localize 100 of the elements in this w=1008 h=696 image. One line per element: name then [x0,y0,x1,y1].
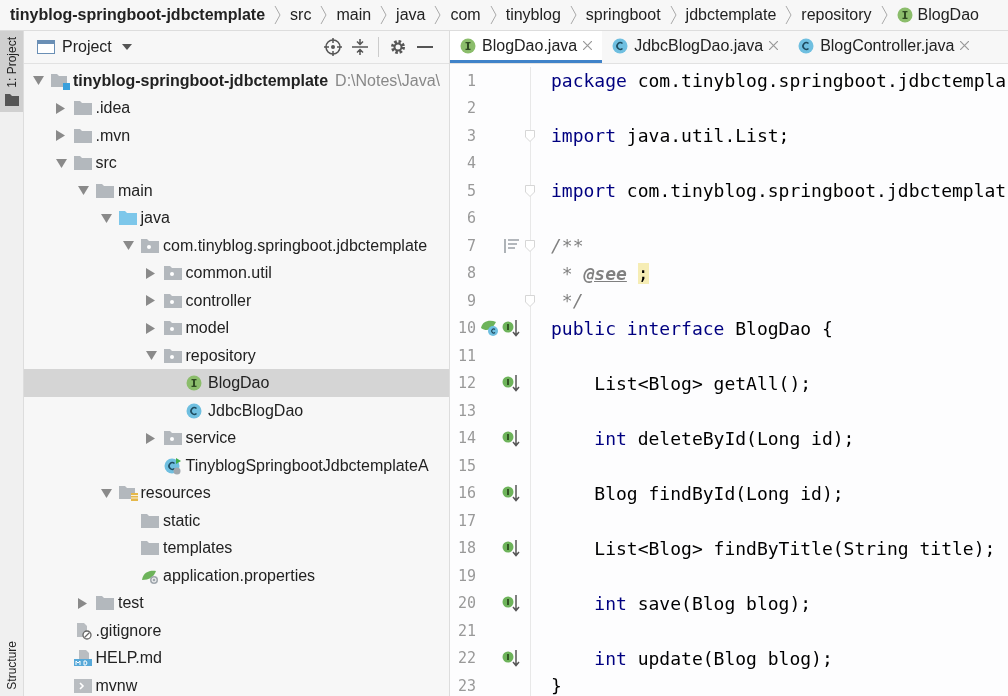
chevron-icon [880,5,888,25]
expanded-arrow-icon[interactable] [55,158,67,168]
locate-icon[interactable] [324,37,342,56]
tree-item[interactable]: TinyblogSpringbootJdbctemplateA [24,451,449,480]
expanded-arrow-icon[interactable] [33,76,44,86]
tree-item[interactable]: mvnw [24,671,449,696]
editor-tab[interactable]: BlogController.java [788,31,980,63]
tree-item[interactable]: BlogDao [24,369,449,397]
breadcrumb-item[interactable]: tinyblog-springboot-jdbctemplate [10,6,266,24]
tree-item[interactable]: static [24,506,449,535]
tree-item[interactable]: java [24,204,449,232]
breadcrumb-item[interactable]: tinyblog [505,6,561,24]
interface-icon [186,375,202,392]
tree-item[interactable]: tinyblog-springboot-jdbctemplate D:\Notes\Java\ [24,66,449,95]
folder-icon [73,127,94,144]
tree-item[interactable]: controller [24,286,449,315]
collapsed-arrow-icon[interactable] [145,295,155,307]
line-number: 2 [465,99,476,118]
close-icon[interactable] [583,41,593,50]
tree-item[interactable]: templates [24,534,449,562]
implementing-icon[interactable] [502,594,520,613]
tree-item[interactable]: model [24,314,449,342]
fold-marker-icon[interactable] [525,129,535,142]
breadcrumb-item[interactable]: BlogDao [896,6,979,24]
collapsed-arrow-icon[interactable] [55,102,65,114]
line-number: 9 [465,291,476,310]
chevron-icon [785,5,793,25]
tree-item[interactable]: .idea [24,94,449,122]
chevron-icon [669,5,677,25]
fold-marker-icon[interactable] [525,184,535,197]
line-number: 18 [456,539,476,558]
editor-tab[interactable]: BlogDao.java [450,31,603,63]
window-icon [37,39,55,54]
code-line: /** [551,235,584,257]
code-line: } [551,675,562,696]
collapse-icon[interactable] [352,37,368,56]
code-line: int update(Blog blog); [593,647,833,669]
expanded-arrow-icon[interactable] [78,186,89,196]
breadcrumb-item[interactable]: main [336,6,372,24]
line-number: 3 [465,126,476,145]
line-number: 11 [456,346,476,365]
tree-item[interactable]: main [24,176,449,205]
code-line: import java.util.List; [551,125,790,147]
tree-item[interactable]: src [24,149,449,177]
class-icon [612,37,629,54]
implementing-icon[interactable] [502,649,520,668]
tree-item[interactable]: common.util [24,259,449,287]
editor-tab[interactable]: JdbcBlogDao.java [602,31,789,63]
collapsed-arrow-icon[interactable] [145,267,155,279]
implementing-icon[interactable] [502,429,520,448]
code-line: int save(Blog blog); [593,592,812,614]
close-icon[interactable] [769,41,779,50]
implemented-icon[interactable] [480,319,500,338]
line-number: 21 [456,621,476,640]
line-number: 13 [456,401,476,420]
implementing-icon[interactable] [502,484,520,503]
collapsed-arrow-icon[interactable] [55,130,65,142]
tree-item[interactable]: .mvn [24,121,449,150]
expanded-arrow-icon[interactable] [100,488,112,498]
breadcrumb-item[interactable]: jdbctemplate [685,6,777,24]
panel-title[interactable]: Project [62,37,112,56]
fold-marker-icon[interactable] [525,239,535,252]
tree-item[interactable]: test [24,589,449,617]
tree-item[interactable]: com.tinyblog.springboot.jdbctemplate [24,231,449,260]
breadcrumb-item[interactable]: repository [801,6,872,24]
expanded-arrow-icon[interactable] [100,213,112,223]
chevron-icon [320,5,328,25]
folder-icon [118,210,139,227]
class-icon [163,456,182,475]
breadcrumb-item[interactable]: com [450,6,481,24]
implementing-icon[interactable] [502,539,520,558]
tree-item[interactable]: repository [24,341,449,370]
interface-icon [460,37,476,54]
settings-icon[interactable] [389,37,407,56]
tree-item[interactable]: service [24,424,449,452]
line-number: 4 [465,154,476,173]
breadcrumb-item[interactable]: java [396,6,426,24]
breadcrumb-item[interactable]: springboot [585,6,661,24]
collapsed-arrow-icon[interactable] [78,597,87,609]
implementing-icon[interactable] [502,319,520,338]
close-icon[interactable] [960,41,970,50]
render-doc-icon[interactable] [504,238,520,253]
tree-item[interactable]: HELP.md [24,644,449,672]
chevron-icon [434,5,442,25]
implementing-icon[interactable] [502,374,520,393]
code-line: int deleteById(Long id); [593,427,855,449]
tree-item[interactable]: JdbcBlogDao [24,396,449,425]
structure-tool-tab[interactable]: Structure [0,635,23,696]
tree-item[interactable]: resources [24,479,449,507]
code-line: package com.tinyblog.springboot.jdbctempla [551,70,1007,92]
collapsed-arrow-icon[interactable] [145,432,155,444]
collapsed-arrow-icon[interactable] [145,322,155,334]
tree-item[interactable]: application.properties [24,561,449,590]
fold-marker-icon[interactable] [525,294,535,307]
expanded-arrow-icon[interactable] [145,351,157,361]
caret-icon[interactable] [121,43,132,50]
breadcrumb-item[interactable]: src [290,6,312,24]
tree-item[interactable]: .gitignore [24,616,449,645]
expanded-arrow-icon[interactable] [123,241,134,251]
project-tool-tab[interactable]: 1: Project [0,31,23,112]
